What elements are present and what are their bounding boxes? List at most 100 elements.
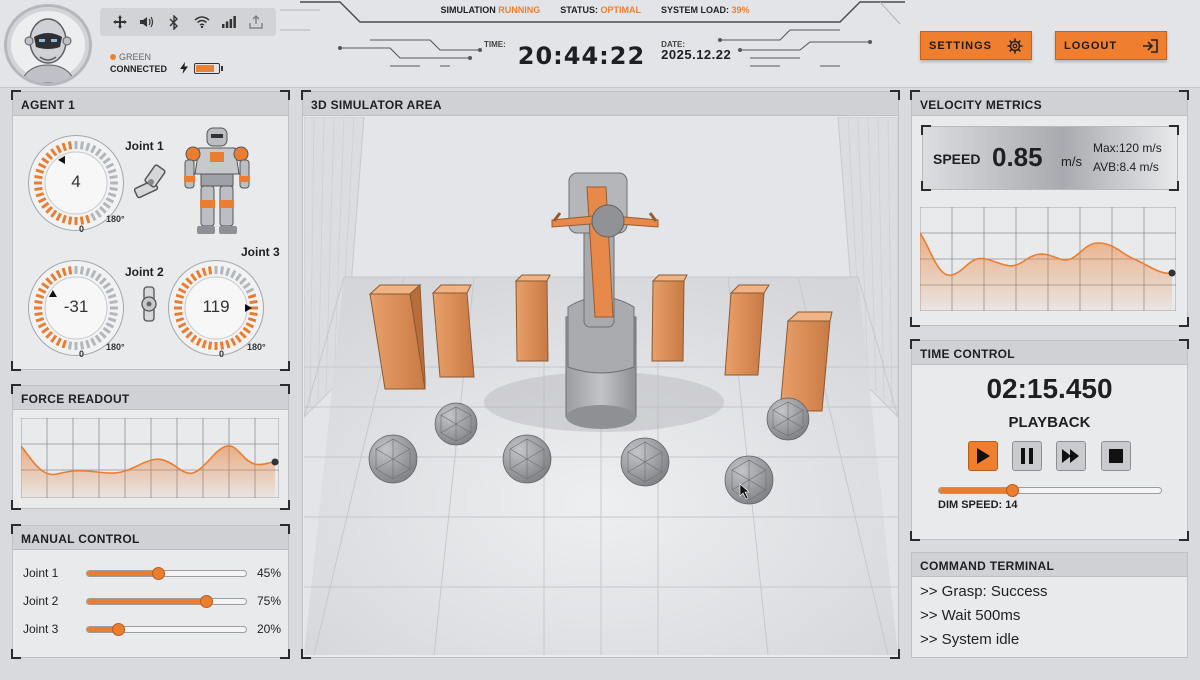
gauge-tick <box>109 186 118 192</box>
joint-2-value: -31 <box>63 297 89 316</box>
gear-icon <box>1007 38 1023 53</box>
fast-forward-button[interactable] <box>1056 441 1086 471</box>
speed-unit: m/s <box>1061 154 1082 169</box>
play-button[interactable] <box>968 441 998 471</box>
time-control-title: TIME CONTROL <box>912 341 1187 365</box>
settings-label: SETTINGS <box>929 39 993 52</box>
system-status-line: SIMULATION RUNNING STATUS: OPTIMAL SYSTE… <box>410 0 780 20</box>
logout-button[interactable]: LOGOUT <box>1055 31 1167 60</box>
manual-joint-3-label: Joint 3 <box>23 622 59 636</box>
upload-icon[interactable] <box>247 13 265 31</box>
robot-head-icon <box>20 18 76 83</box>
manual-row-joint-3: Joint 3 20% <box>23 620 281 638</box>
gauge-tick <box>67 216 73 225</box>
gauge-tick <box>109 311 118 317</box>
force-readout-graph <box>21 418 279 498</box>
battery-level-fill <box>196 64 214 72</box>
joint-1-value: 4 <box>71 172 81 191</box>
velocity-graph <box>920 207 1176 311</box>
load-label: SYSTEM LOAD: <box>660 5 729 15</box>
agent-robot-figure <box>184 127 250 234</box>
bluetooth-icon[interactable] <box>165 13 183 31</box>
dim-speed-slider[interactable] <box>938 484 1162 497</box>
robot-avatar[interactable] <box>4 4 92 86</box>
simulator-viewport[interactable] <box>304 117 898 655</box>
robot-joint-2-icon <box>141 286 157 322</box>
simulation-label: SIMULATION <box>440 5 496 15</box>
gauge-tick <box>34 186 43 192</box>
robot-joint-1-icon <box>133 164 166 199</box>
simulator-title: 3D SIMULATOR AREA <box>303 92 898 116</box>
play-icon <box>977 448 990 464</box>
gauge-tick <box>219 266 225 275</box>
wifi-icon[interactable] <box>193 13 211 31</box>
gauge-tick <box>79 266 85 275</box>
gauge-tick <box>79 141 85 150</box>
gauge-tick <box>109 299 118 305</box>
manual-control-title: MANUAL CONTROL <box>13 526 288 550</box>
gauge-tick <box>174 299 183 305</box>
battery-icon <box>194 62 223 74</box>
joint-1-slider[interactable] <box>85 566 247 580</box>
terminal-line: >> Wait 500ms <box>920 607 1021 624</box>
status-label: STATUS: <box>560 5 598 15</box>
joint-1-min: 0 <box>79 224 85 234</box>
gauge-tick <box>207 266 213 275</box>
speed-label: SPEED <box>933 151 981 167</box>
velocity-panel: VELOCITY METRICS SPEED 0.85 m/s Max:120 … <box>910 90 1189 327</box>
joint-2-slider[interactable] <box>85 594 247 608</box>
clock: TIME: 20:44:22 DATE: 2025.12.22 <box>484 36 731 70</box>
speed-avg: AVB:8.4 m/s <box>1093 160 1159 174</box>
manual-joint-3-percent: 20% <box>256 622 281 636</box>
pause-button[interactable] <box>1012 441 1042 471</box>
joint-1-slider-handle[interactable] <box>152 566 166 580</box>
manual-joint-2-percent: 75% <box>256 594 281 608</box>
dim-speed-label: DIM SPEED: 14 <box>938 499 1018 511</box>
simulator-panel: 3D SIMULATOR AREA <box>301 90 900 659</box>
logout-icon <box>1143 38 1158 53</box>
joint-3-slider-handle[interactable] <box>112 622 126 636</box>
manual-control-panel: MANUAL CONTROL Joint 1 45% Joint 2 75% J… <box>11 524 290 659</box>
manual-joint-1-percent: 45% <box>256 566 281 580</box>
system-load: SYSTEM LOAD: 39% <box>661 5 750 15</box>
time-value: 20:44:22 <box>517 42 646 70</box>
move-icon[interactable] <box>111 13 129 31</box>
signal-icon[interactable] <box>220 13 238 31</box>
gauge-tick <box>249 311 258 317</box>
gauge-tick <box>174 311 183 317</box>
manual-joint-2-label: Joint 2 <box>23 594 59 608</box>
command-terminal-panel: COMMAND TERMINAL >> Grasp: Success >> Wa… <box>911 552 1188 658</box>
gauge-tick <box>67 141 73 150</box>
joint-2-max: 180° <box>106 342 125 352</box>
simulation-status: SIMULATION RUNNING <box>440 5 540 15</box>
status-value: OPTIMAL <box>600 5 641 15</box>
gauge-tick <box>207 341 213 350</box>
gauge-tick <box>34 299 43 305</box>
velocity-title: VELOCITY METRICS <box>912 92 1187 116</box>
agent-panel: AGENT 1 4 0 180° Joint 1 -31 0 180° Join… <box>11 90 290 371</box>
pause-icon <box>1021 448 1033 464</box>
simulator-scene <box>304 117 898 655</box>
stop-button[interactable] <box>1101 441 1131 471</box>
system-status: STATUS: OPTIMAL <box>560 5 641 15</box>
joint-3-value: 119 <box>202 297 230 316</box>
joint-1-label: Joint 1 <box>125 139 164 153</box>
network-status: GREEN CONNECTED <box>110 51 167 75</box>
force-readout-title: FORCE READOUT <box>13 386 288 410</box>
terminal-line: >> System idle <box>920 631 1020 648</box>
joint-2-slider-handle[interactable] <box>200 594 214 608</box>
joint-1-max: 180° <box>106 214 125 224</box>
gauge-tick <box>109 174 118 180</box>
terminal-output[interactable]: >> Grasp: Success >> Wait 500ms >> Syste… <box>912 577 1187 652</box>
volume-icon[interactable] <box>138 13 156 31</box>
dim-speed-slider-handle[interactable] <box>1006 484 1020 497</box>
fast-forward-icon <box>1062 449 1079 463</box>
playback-mode: PLAYBACK <box>1008 414 1091 431</box>
terminal-line: >> Grasp: Success <box>920 583 1048 600</box>
command-terminal-title: COMMAND TERMINAL <box>912 553 1187 577</box>
force-readout-panel: FORCE READOUT <box>11 384 290 510</box>
time-control-panel: TIME CONTROL 02:15.450 PLAYBACK DIM SPEE… <box>910 339 1189 541</box>
settings-button[interactable]: SETTINGS <box>920 31 1032 60</box>
charging-bolt-icon <box>180 62 188 74</box>
joint-3-slider[interactable] <box>85 622 247 636</box>
